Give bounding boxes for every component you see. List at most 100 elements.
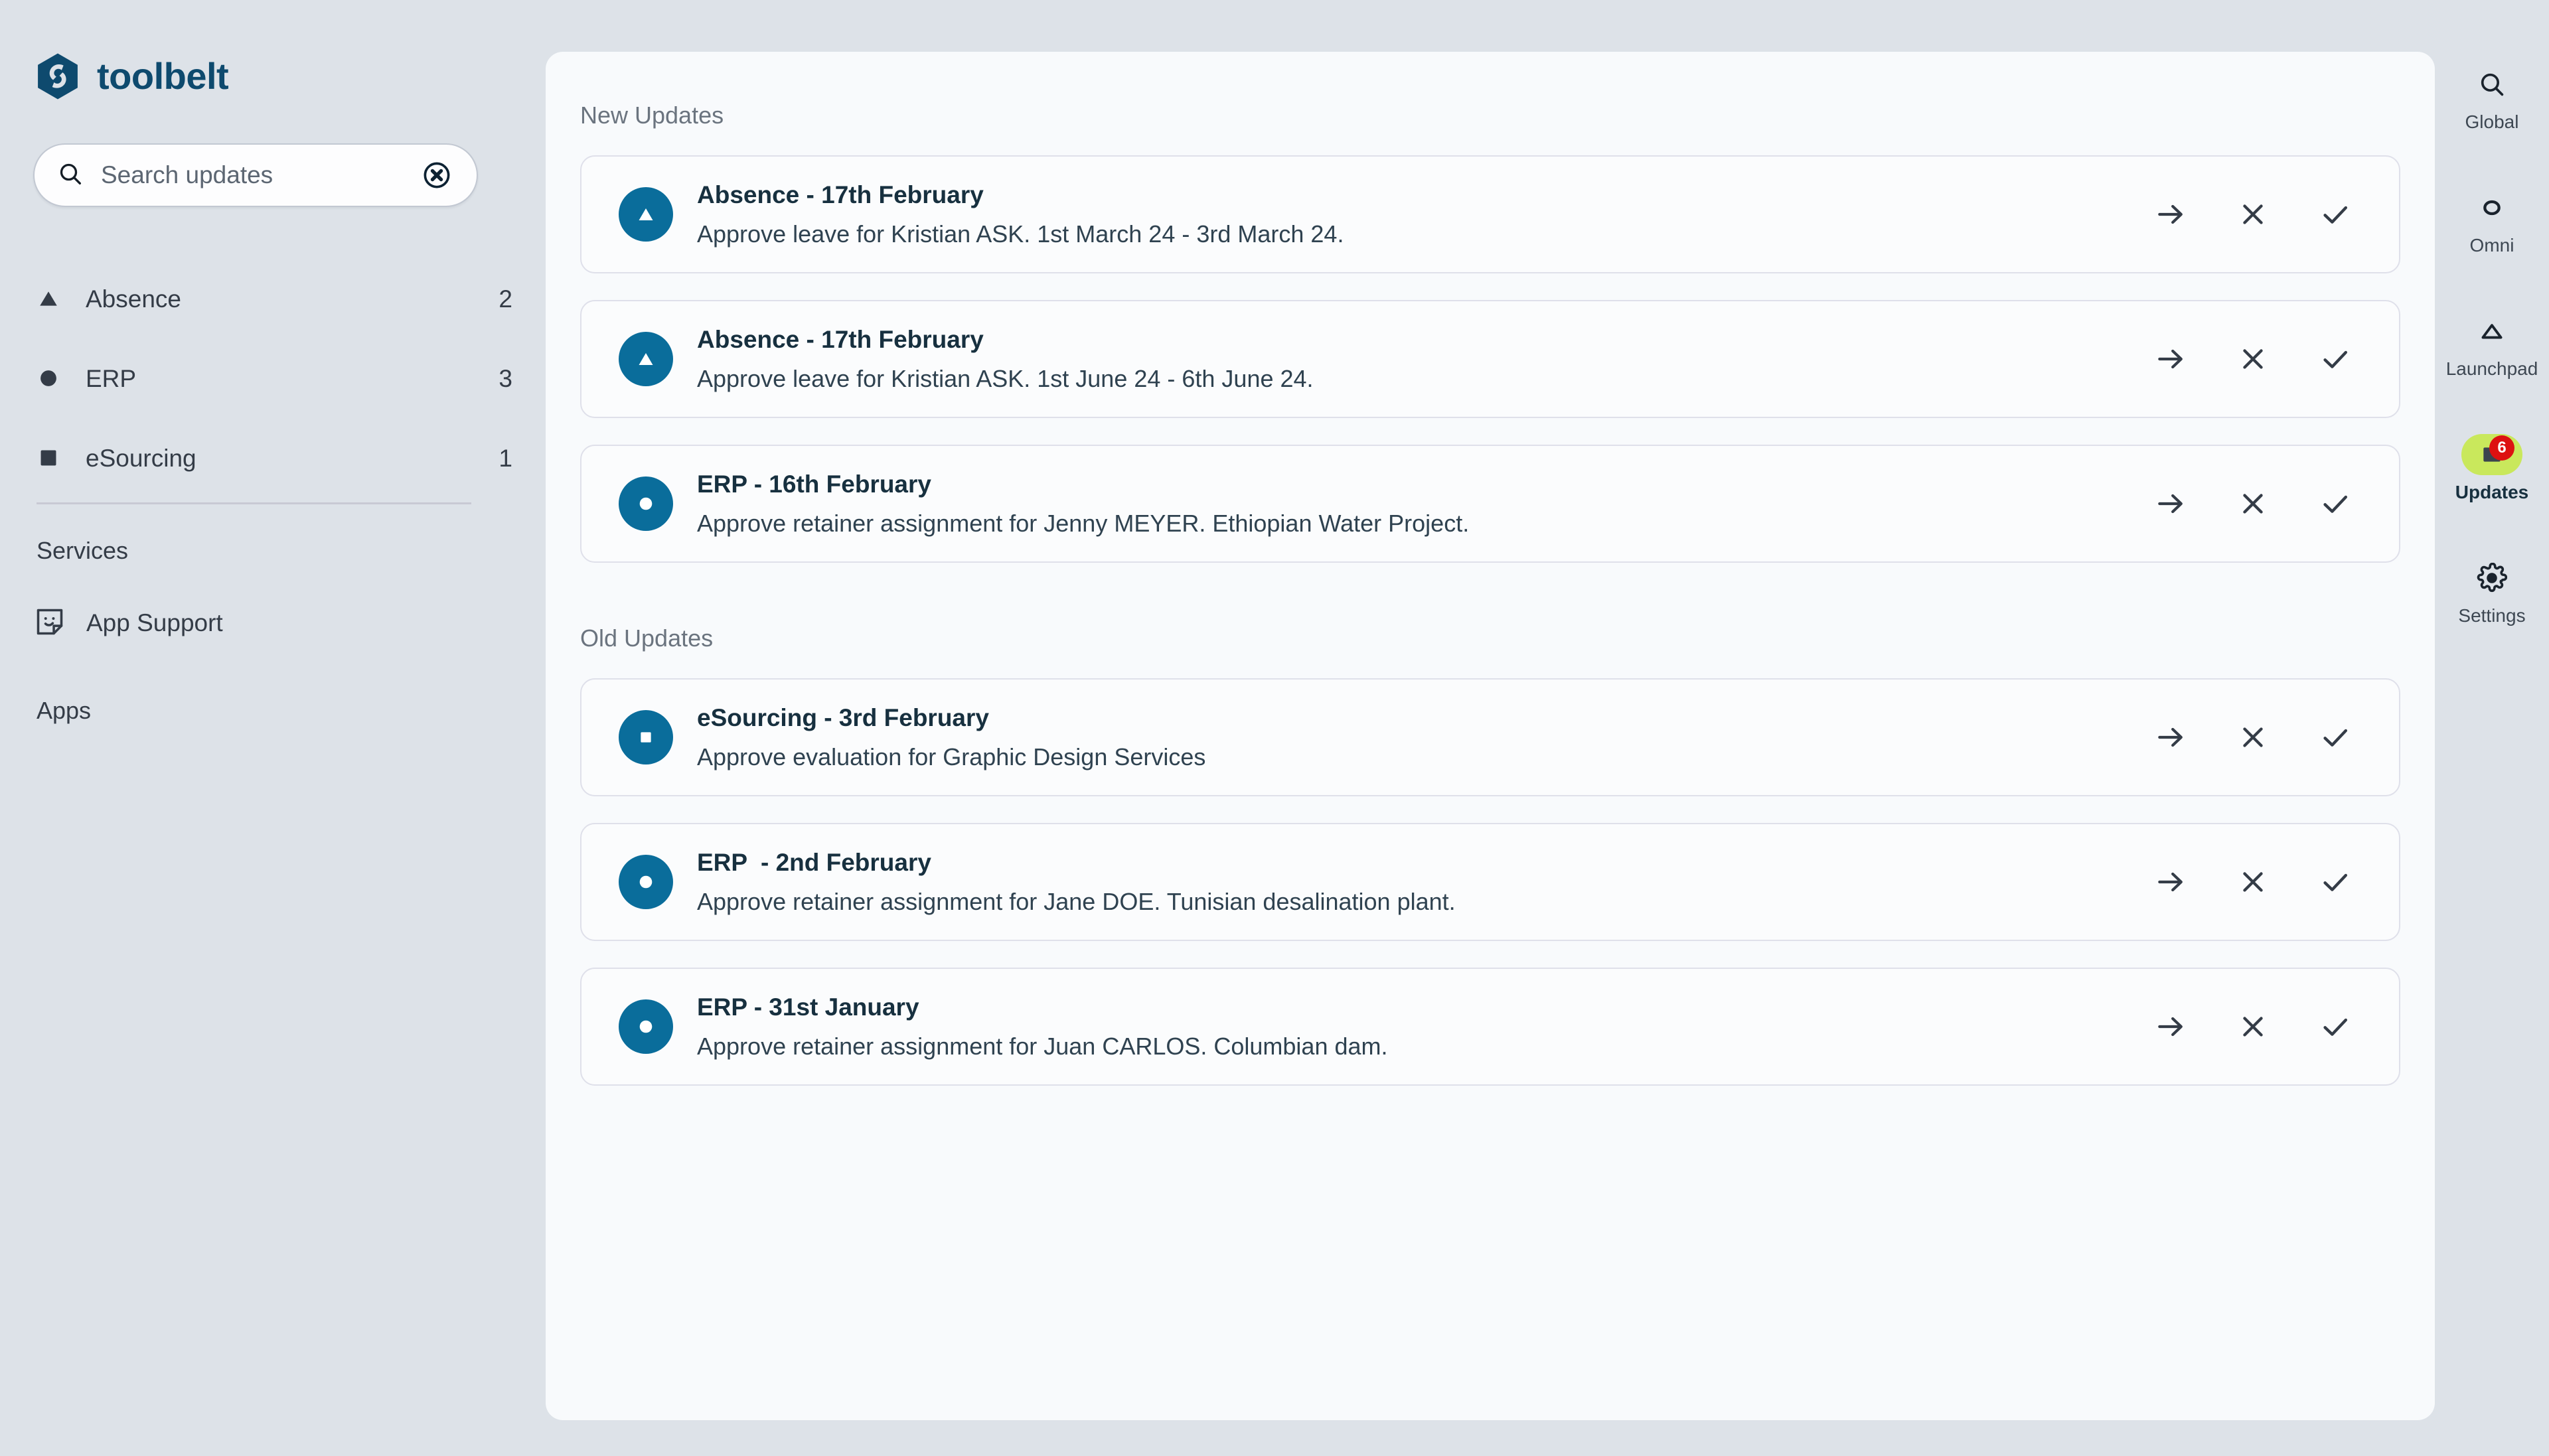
update-card-body: Absence - 17th February Approve leave fo… xyxy=(697,327,2129,391)
updates-count-badge: 6 xyxy=(2489,435,2514,461)
check-icon[interactable] xyxy=(2294,696,2376,778)
sidebar-item-count: 2 xyxy=(499,287,512,311)
close-x-icon[interactable] xyxy=(2212,318,2294,400)
update-card-body: ERP - 31st January Approve retainer assi… xyxy=(697,995,2129,1058)
dot-icon xyxy=(619,476,673,531)
update-card-actions xyxy=(2129,173,2399,255)
sidebar-item-count: 3 xyxy=(499,366,512,391)
sidebar-apps-heading: Apps xyxy=(37,699,91,723)
search-icon xyxy=(2477,64,2507,105)
update-card-body: ERP - 16th February Approve retainer ass… xyxy=(697,472,2129,536)
arrow-right-icon[interactable] xyxy=(2129,985,2212,1068)
sidebar-item-esourcing[interactable]: eSourcing 1 xyxy=(33,438,512,478)
brand-name: toolbelt xyxy=(97,58,228,95)
update-card-title: ERP - 31st January xyxy=(697,995,2129,1019)
search-bar[interactable] xyxy=(33,143,478,207)
update-card[interactable]: ERP - 16th February Approve retainer ass… xyxy=(580,445,2400,563)
rail-item-settings[interactable]: Settings xyxy=(2435,557,2549,625)
ring-icon xyxy=(2479,187,2505,228)
triangle-icon xyxy=(619,332,673,386)
sidebar-item-erp[interactable]: ERP 3 xyxy=(33,358,512,398)
update-card-body: ERP - 2nd February Approve retainer assi… xyxy=(697,850,2129,914)
search-input[interactable] xyxy=(101,161,421,189)
update-card-title: ERP - 2nd February xyxy=(697,850,2129,875)
arrow-right-icon[interactable] xyxy=(2129,841,2212,923)
rail-item-global[interactable]: Global xyxy=(2435,64,2549,131)
brand: toolbelt xyxy=(33,52,228,101)
circle-icon xyxy=(33,363,64,394)
update-card-subtitle: Approve retainer assignment for Jane DOE… xyxy=(697,890,2129,914)
update-card-actions xyxy=(2129,985,2399,1068)
clear-circle-icon[interactable] xyxy=(421,159,453,191)
update-card[interactable]: ERP - 2nd February Approve retainer assi… xyxy=(580,823,2400,941)
update-card-title: eSourcing - 3rd February xyxy=(697,705,2129,730)
check-icon[interactable] xyxy=(2294,463,2376,545)
rail-item-label: Updates xyxy=(2455,483,2528,502)
update-card[interactable]: Absence - 17th February Approve leave fo… xyxy=(580,300,2400,418)
update-card-actions xyxy=(2129,696,2399,778)
sticker-smiley-icon xyxy=(33,605,68,640)
arrow-right-icon[interactable] xyxy=(2129,173,2212,255)
update-card-subtitle: Approve retainer assignment for Jenny ME… xyxy=(697,512,2129,536)
update-card-actions xyxy=(2129,318,2399,400)
triangle-icon xyxy=(33,283,64,314)
close-x-icon[interactable] xyxy=(2212,696,2294,778)
update-card[interactable]: eSourcing - 3rd February Approve evaluat… xyxy=(580,678,2400,796)
update-card-title: ERP - 16th February xyxy=(697,472,2129,496)
update-card-subtitle: Approve evaluation for Graphic Design Se… xyxy=(697,745,2129,769)
sidebar-item-label: ERP xyxy=(86,366,499,391)
sidebar-item-label: Absence xyxy=(86,287,499,311)
sidebar-divider xyxy=(37,502,471,504)
rail-item-label: Global xyxy=(2465,113,2519,131)
update-card-subtitle: Approve retainer assignment for Juan CAR… xyxy=(697,1035,2129,1058)
close-x-icon[interactable] xyxy=(2212,463,2294,545)
update-card-subtitle: Approve leave for Kristian ASK. 1st June… xyxy=(697,367,2129,391)
sidebar-services-heading: Services xyxy=(37,539,128,563)
arrow-right-icon[interactable] xyxy=(2129,318,2212,400)
arrow-right-icon[interactable] xyxy=(2129,463,2212,545)
update-card-actions xyxy=(2129,841,2399,923)
dot-icon xyxy=(619,999,673,1054)
square-icon xyxy=(33,443,64,473)
sidebar-item-count: 1 xyxy=(499,446,512,471)
section-title-new-updates: New Updates xyxy=(580,104,2435,127)
new-updates-list: Absence - 17th February Approve leave fo… xyxy=(546,155,2435,563)
triangle-outline-icon xyxy=(2477,311,2507,352)
rail-item-launchpad[interactable]: Launchpad xyxy=(2435,311,2549,378)
close-x-icon[interactable] xyxy=(2212,173,2294,255)
section-title-old-updates: Old Updates xyxy=(580,626,2435,650)
check-icon[interactable] xyxy=(2294,841,2376,923)
dot-icon xyxy=(619,855,673,909)
right-rail: Global Omni Launchpad 6 Updates xyxy=(2435,0,2549,1456)
rail-item-updates[interactable]: 6 Updates xyxy=(2435,434,2549,502)
updates-panel: New Updates Absence - 17th February Appr… xyxy=(546,52,2435,1420)
update-card-subtitle: Approve leave for Kristian ASK. 1st Marc… xyxy=(697,222,2129,246)
left-sidebar: toolbelt xyxy=(0,0,546,1456)
update-card-title: Absence - 17th February xyxy=(697,327,2129,352)
arrow-right-icon[interactable] xyxy=(2129,696,2212,778)
close-x-icon[interactable] xyxy=(2212,841,2294,923)
update-card-body: Absence - 17th February Approve leave fo… xyxy=(697,182,2129,246)
square-filled-icon: 6 xyxy=(2461,434,2522,475)
gear-icon xyxy=(2477,557,2507,599)
triangle-icon xyxy=(619,187,673,242)
toolbelt-hexagon-logo-icon xyxy=(33,52,82,101)
check-icon[interactable] xyxy=(2294,173,2376,255)
sidebar-item-label: App Support xyxy=(86,611,223,635)
app-root: toolbelt xyxy=(0,0,2549,1456)
rail-item-label: Omni xyxy=(2470,236,2514,255)
close-x-icon[interactable] xyxy=(2212,985,2294,1068)
rail-item-label: Settings xyxy=(2458,607,2525,625)
update-card-body: eSourcing - 3rd February Approve evaluat… xyxy=(697,705,2129,769)
sidebar-item-app-support[interactable]: App Support xyxy=(33,605,223,640)
check-icon[interactable] xyxy=(2294,985,2376,1068)
rail-item-omni[interactable]: Omni xyxy=(2435,187,2549,255)
update-card[interactable]: Absence - 17th February Approve leave fo… xyxy=(580,155,2400,273)
search-icon xyxy=(57,161,84,190)
old-updates-list: eSourcing - 3rd February Approve evaluat… xyxy=(546,678,2435,1086)
check-icon[interactable] xyxy=(2294,318,2376,400)
sidebar-item-label: eSourcing xyxy=(86,446,499,471)
sidebar-item-absence[interactable]: Absence 2 xyxy=(33,279,512,319)
update-card[interactable]: ERP - 31st January Approve retainer assi… xyxy=(580,968,2400,1086)
square-icon xyxy=(619,710,673,764)
